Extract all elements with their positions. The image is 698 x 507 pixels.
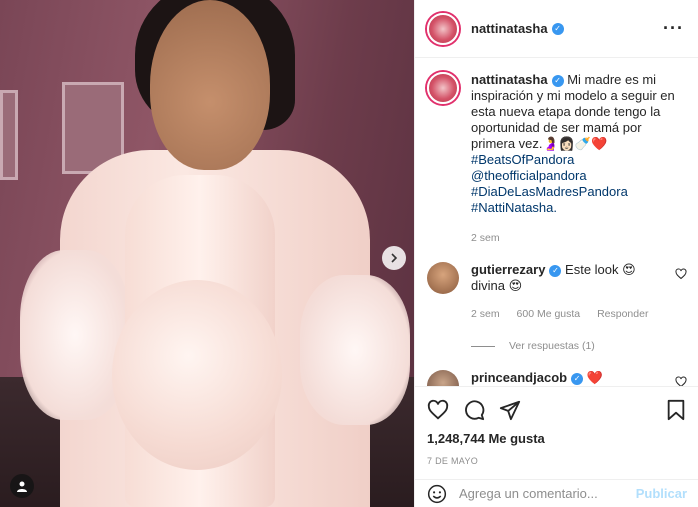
verified-badge-icon: ✓ (551, 75, 564, 87)
caption-age: 2 sem (471, 232, 500, 244)
add-comment-bar: Publicar (415, 479, 698, 507)
header-username[interactable]: nattinatasha (471, 21, 548, 36)
reply-button[interactable]: Responder (597, 308, 648, 320)
comment-age: 2 sem (471, 308, 500, 320)
chevron-right-icon[interactable] (382, 246, 406, 270)
post-actions: 1,248,744 Me gusta 7 DE MAYO (415, 386, 698, 466)
heart-icon[interactable] (675, 268, 687, 280)
comment-username[interactable]: gutierrezary (471, 262, 545, 277)
avatar[interactable] (427, 370, 459, 386)
heart-icon[interactable] (675, 376, 687, 386)
share-icon[interactable] (499, 399, 521, 421)
user-tag-icon[interactable] (10, 474, 34, 498)
avatar[interactable] (427, 262, 459, 294)
caption-username[interactable]: nattinatasha (471, 72, 548, 87)
post-sidebar: nattinatasha ✓ ··· nattinatasha ✓ Mi madr… (414, 0, 698, 507)
view-replies-label: Ver respuestas (1) (509, 340, 595, 352)
head (150, 0, 270, 170)
comment-text: ❤️ (586, 370, 603, 385)
post-header: nattinatasha ✓ ··· (415, 0, 698, 58)
post-photo[interactable] (0, 0, 414, 507)
comments-list[interactable]: nattinatasha ✓ Mi madre es mi inspiración… (415, 58, 698, 386)
comment-icon[interactable] (463, 399, 485, 421)
wall-frame (0, 90, 18, 180)
comment-input[interactable] (459, 486, 636, 501)
comment-item: gutierrezary ✓ Este look 😍 divina 😍 2 sem… (427, 262, 687, 322)
hashtag-link[interactable]: #NattiNatasha. (471, 200, 557, 215)
hashtag-link[interactable]: #BeatsOfPandora (471, 152, 574, 167)
belly (112, 280, 282, 470)
avatar[interactable] (427, 72, 459, 104)
likes-count[interactable]: 1,248,744 Me gusta (427, 431, 687, 446)
bookmark-icon[interactable] (665, 399, 687, 421)
comment-username[interactable]: princeandjacob (471, 370, 567, 385)
comment-likes[interactable]: 600 Me gusta (517, 308, 581, 320)
feather-sleeve-right (300, 275, 410, 425)
publish-button[interactable]: Publicar (636, 486, 687, 501)
caption: nattinatasha ✓ Mi madre es mi inspiración… (427, 72, 687, 246)
caption-emoji: 🤰👩🏻🍼❤️ (542, 136, 608, 151)
hashtag-link[interactable]: #DiaDeLasMadresPandora (471, 184, 628, 199)
verified-badge-icon: ✓ (551, 22, 564, 35)
heart-icon[interactable] (427, 399, 449, 421)
verified-badge-icon: ✓ (571, 373, 584, 385)
comment-item: princeandjacob ✓ ❤️ (427, 370, 687, 386)
divider (471, 345, 495, 347)
mention-link[interactable]: @theofficialpandora (471, 168, 587, 183)
avatar[interactable] (427, 12, 459, 45)
view-replies-button[interactable]: Ver respuestas (1) (471, 340, 687, 352)
post-date[interactable]: 7 DE MAYO (427, 456, 687, 466)
more-options-icon[interactable]: ··· (663, 18, 684, 39)
verified-badge-icon: ✓ (549, 265, 562, 277)
emoji-icon[interactable] (427, 484, 447, 504)
